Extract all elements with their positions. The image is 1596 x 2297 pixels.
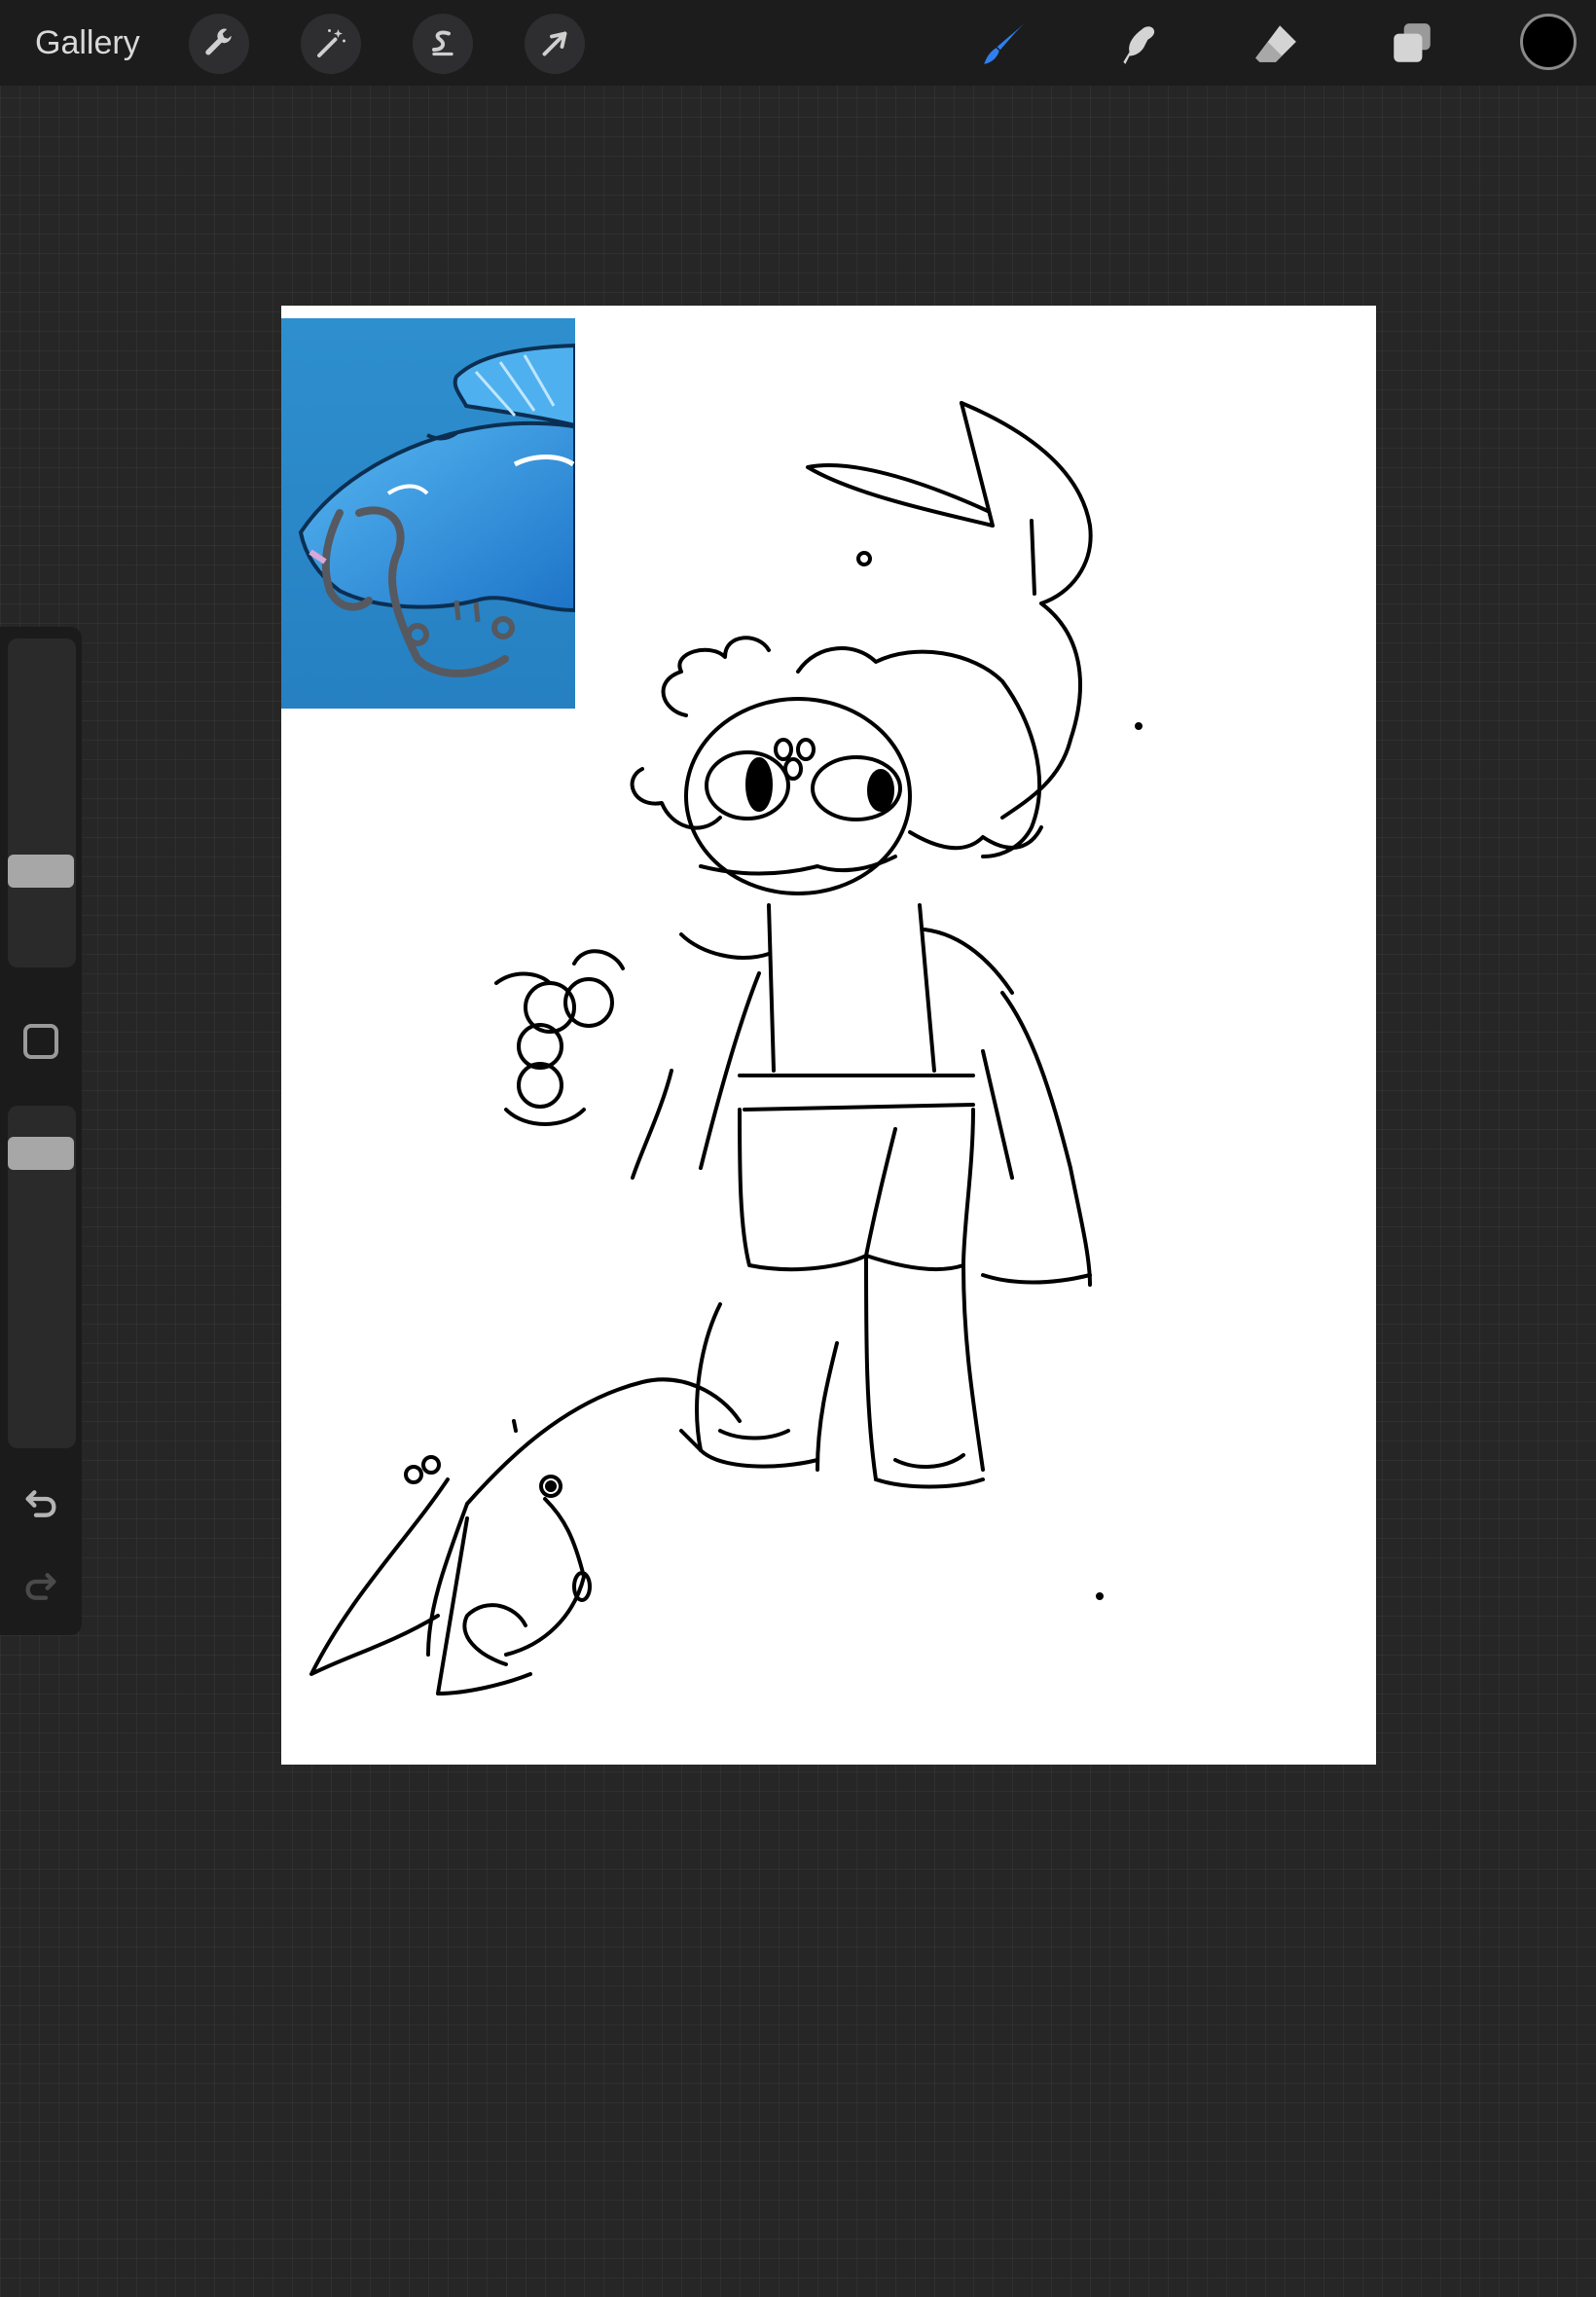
- layers-icon: [1394, 23, 1431, 62]
- selection-s-icon: [432, 30, 453, 56]
- layers-button[interactable]: [1382, 14, 1442, 74]
- magic-wand-icon: [317, 29, 345, 57]
- reference-image[interactable]: [281, 318, 575, 709]
- top-toolbar: Gallery: [0, 0, 1596, 86]
- brush-size-thumb[interactable]: [8, 854, 74, 888]
- modify-square-icon[interactable]: [23, 1024, 58, 1059]
- eraser-tool-button[interactable]: [1246, 14, 1306, 74]
- gallery-button[interactable]: Gallery: [35, 19, 140, 66]
- opacity-thumb[interactable]: [8, 1136, 74, 1170]
- color-picker-swatch[interactable]: [1520, 14, 1577, 70]
- smudge-tool-button[interactable]: [1109, 14, 1170, 74]
- brush-icon: [984, 22, 1026, 64]
- arrow-cursor-icon: [542, 31, 567, 56]
- brush-size-slider[interactable]: [8, 638, 76, 967]
- brush-tool-button[interactable]: [975, 14, 1035, 74]
- transform-button[interactable]: [525, 14, 585, 74]
- adjustments-button[interactable]: [301, 14, 361, 74]
- selection-button[interactable]: [413, 14, 473, 74]
- eraser-icon: [1255, 25, 1296, 62]
- smudge-finger-icon: [1123, 26, 1155, 64]
- undo-icon[interactable]: [21, 1484, 60, 1523]
- actions-button[interactable]: [189, 14, 249, 74]
- wrench-icon: [205, 28, 232, 55]
- shark-hook-reference-image: [281, 318, 575, 709]
- redo-icon[interactable]: [21, 1567, 60, 1606]
